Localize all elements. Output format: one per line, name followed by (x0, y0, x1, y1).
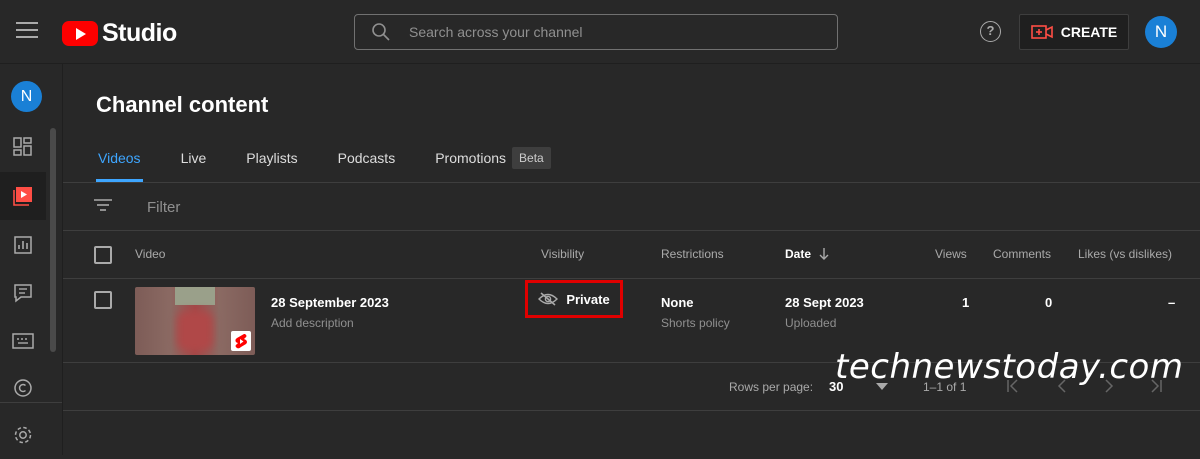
column-header-comments: Comments (993, 247, 1052, 261)
comments-icon (14, 284, 32, 303)
sidebar-item-settings[interactable] (0, 411, 46, 459)
create-label: CREATE (1060, 24, 1118, 40)
column-header-restrictions: Restrictions (661, 247, 724, 261)
rows-per-page-label: Rows per page: (729, 380, 814, 394)
tabs-divider (63, 182, 1200, 183)
sidebar-item-analytics[interactable] (0, 221, 46, 269)
youtube-logo-icon (62, 21, 98, 46)
visibility-private[interactable]: Private (525, 280, 623, 318)
column-header-views: Views (935, 247, 967, 261)
sidebar-scrollbar[interactable] (50, 128, 56, 352)
video-title[interactable]: 28 September 2023 (271, 295, 389, 310)
watermark: technewstoday.com (835, 347, 1184, 387)
row-checkbox[interactable] (94, 291, 112, 309)
studio-logo[interactable]: Studio (62, 19, 177, 48)
tab-promotions-label: Promotions (435, 150, 507, 166)
analytics-icon (14, 236, 32, 254)
visibility-label: Private (566, 291, 610, 307)
column-header-video: Video (135, 247, 166, 261)
views-value: 1 (962, 295, 970, 310)
top-bar: Studio ? CREATE N (0, 0, 1200, 64)
settings-icon (14, 426, 32, 444)
sort-down-icon (819, 248, 829, 260)
restriction-value: None (661, 295, 694, 310)
date-header-label: Date (785, 247, 812, 261)
search-bar[interactable] (354, 14, 838, 50)
shorts-icon (231, 331, 251, 351)
tab-promotions[interactable]: Promotions Beta (433, 146, 553, 182)
column-header-date[interactable]: Date (785, 247, 829, 261)
logo-text: Studio (102, 19, 177, 47)
page-title: Channel content (96, 92, 269, 117)
search-icon (372, 23, 390, 41)
content-tabs: Videos Live Playlists Podcasts Promotion… (96, 146, 589, 182)
video-thumbnail[interactable] (135, 287, 255, 355)
tab-videos[interactable]: Videos (96, 146, 143, 182)
filter-input[interactable]: Filter (147, 199, 180, 216)
sidebar-item-content[interactable] (0, 172, 46, 220)
pager-divider (63, 410, 1200, 411)
beta-badge: Beta (512, 147, 551, 169)
sidebar-item-comments[interactable] (0, 269, 46, 317)
channel-avatar[interactable]: N (11, 81, 42, 112)
video-description[interactable]: Add description (271, 316, 354, 330)
sidebar-item-copyright[interactable] (0, 364, 46, 412)
column-header-likes: Likes (vs dislikes) (1078, 247, 1173, 261)
content-icon (13, 187, 32, 206)
likes-value: – (1168, 295, 1176, 310)
select-all-checkbox[interactable] (94, 246, 112, 264)
comments-value: 0 (1045, 295, 1053, 310)
dashboard-icon (13, 137, 32, 156)
restriction-detail[interactable]: Shorts policy (661, 316, 730, 330)
create-video-icon (1030, 25, 1053, 39)
search-input[interactable] (409, 24, 809, 40)
menu-icon[interactable] (16, 22, 38, 40)
sidebar: N (0, 64, 63, 455)
header-divider (63, 278, 1200, 279)
main-content: Channel content Videos Live Playlists Po… (63, 64, 1200, 455)
account-avatar[interactable]: N (1145, 16, 1177, 48)
tab-live[interactable]: Live (179, 146, 209, 182)
sidebar-divider (0, 402, 62, 403)
filter-divider (63, 230, 1200, 231)
subtitles-icon (12, 333, 34, 349)
create-button[interactable]: CREATE (1019, 14, 1129, 50)
sidebar-item-subtitles[interactable] (0, 317, 46, 365)
sidebar-item-dashboard[interactable] (0, 123, 46, 171)
hidden-eye-icon (538, 292, 559, 306)
copyright-icon (14, 379, 32, 397)
tab-podcasts[interactable]: Podcasts (336, 146, 398, 182)
help-icon[interactable]: ? (980, 21, 1001, 42)
date-value: 28 Sept 2023 (785, 295, 864, 310)
date-status: Uploaded (785, 316, 837, 330)
column-header-visibility: Visibility (541, 247, 585, 261)
tab-playlists[interactable]: Playlists (244, 146, 299, 182)
filter-icon[interactable] (94, 198, 112, 212)
